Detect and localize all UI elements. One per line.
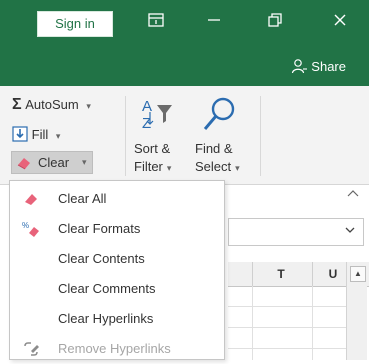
menu-item-clear-formats[interactable]: % Clear Formats [10, 214, 224, 244]
ribbon-tab-bar: Share [0, 46, 369, 86]
scroll-up-icon[interactable]: ▲ [350, 266, 366, 282]
grid-line [252, 286, 253, 360]
chevron-down-icon: ▾ [166, 163, 172, 173]
clear-dropdown-menu: Clear All % Clear Formats Clear Contents… [9, 180, 225, 360]
title-bar: Sign in [0, 0, 369, 46]
minimize-icon[interactable] [203, 12, 225, 34]
eraser-icon [22, 190, 40, 208]
cell-grid[interactable] [228, 286, 356, 360]
sign-in-button[interactable]: Sign in [37, 11, 113, 37]
menu-item-label: Clear Comments [58, 281, 156, 296]
column-header-t[interactable]: T [252, 262, 310, 286]
eraser-icon [16, 156, 32, 175]
restore-icon[interactable] [264, 12, 286, 34]
share-label: Share [311, 59, 346, 74]
menu-item-label: Clear Contents [58, 251, 145, 266]
share-button[interactable]: Share [291, 58, 346, 74]
grid-line [228, 306, 356, 307]
fill-label: Fill [31, 127, 49, 142]
clear-button[interactable]: Clear ▾ [11, 151, 93, 174]
chevron-down-icon: ▾ [86, 101, 91, 111]
chevron-down-icon: ▾ [55, 131, 61, 141]
chevron-down-icon[interactable] [345, 225, 355, 236]
find-label-line1: Find & [195, 141, 233, 156]
menu-item-label: Clear All [58, 191, 107, 206]
menu-item-label: Remove Hyperlinks [58, 341, 171, 356]
fill-button[interactable]: Fill ▾ [12, 126, 60, 145]
name-box[interactable] [228, 218, 364, 246]
menu-item-label: Clear Hyperlinks [58, 311, 154, 326]
person-icon [292, 59, 308, 74]
sort-label-line2: Filter [134, 159, 163, 174]
grid-line [228, 348, 356, 349]
menu-item-label: Clear Formats [58, 221, 141, 236]
find-select-button[interactable]: Find & Select ▾ [193, 94, 253, 180]
sort-filter-icon: AZ [140, 96, 174, 137]
sort-label-line1: Sort & [134, 141, 171, 156]
vertical-scrollbar[interactable]: ▲ [346, 262, 367, 360]
clear-formats-icon: % [22, 220, 40, 238]
collapse-ribbon-icon[interactable] [347, 188, 359, 200]
svg-text:%: % [22, 221, 29, 230]
chevron-down-icon: ▾ [82, 157, 87, 167]
clear-label: Clear [38, 155, 70, 170]
chevron-down-icon: ▾ [235, 163, 240, 173]
autosum-button[interactable]: Σ AutoSum ▾ [12, 96, 91, 114]
grid-line [312, 286, 313, 360]
autosum-label: AutoSum [25, 97, 79, 112]
fill-down-icon [12, 126, 28, 145]
find-label-line2: Select [195, 159, 232, 174]
menu-item-clear-hyperlinks[interactable]: Clear Hyperlinks [10, 304, 224, 334]
magnifier-icon [201, 96, 237, 139]
ribbon-separator [125, 96, 126, 176]
menu-item-clear-all[interactable]: Clear All [10, 184, 224, 214]
ribbon-separator [260, 96, 261, 176]
sort-filter-button[interactable]: AZ Sort & Filter ▾ [130, 94, 190, 180]
close-icon[interactable] [329, 12, 351, 34]
menu-item-clear-contents[interactable]: Clear Contents [10, 244, 224, 274]
ribbon-display-icon[interactable] [145, 12, 167, 34]
sigma-icon: Σ [12, 96, 22, 113]
grid-line [228, 327, 356, 328]
remove-hyperlinks-icon [22, 340, 40, 358]
menu-item-clear-comments[interactable]: Clear Comments [10, 274, 224, 304]
